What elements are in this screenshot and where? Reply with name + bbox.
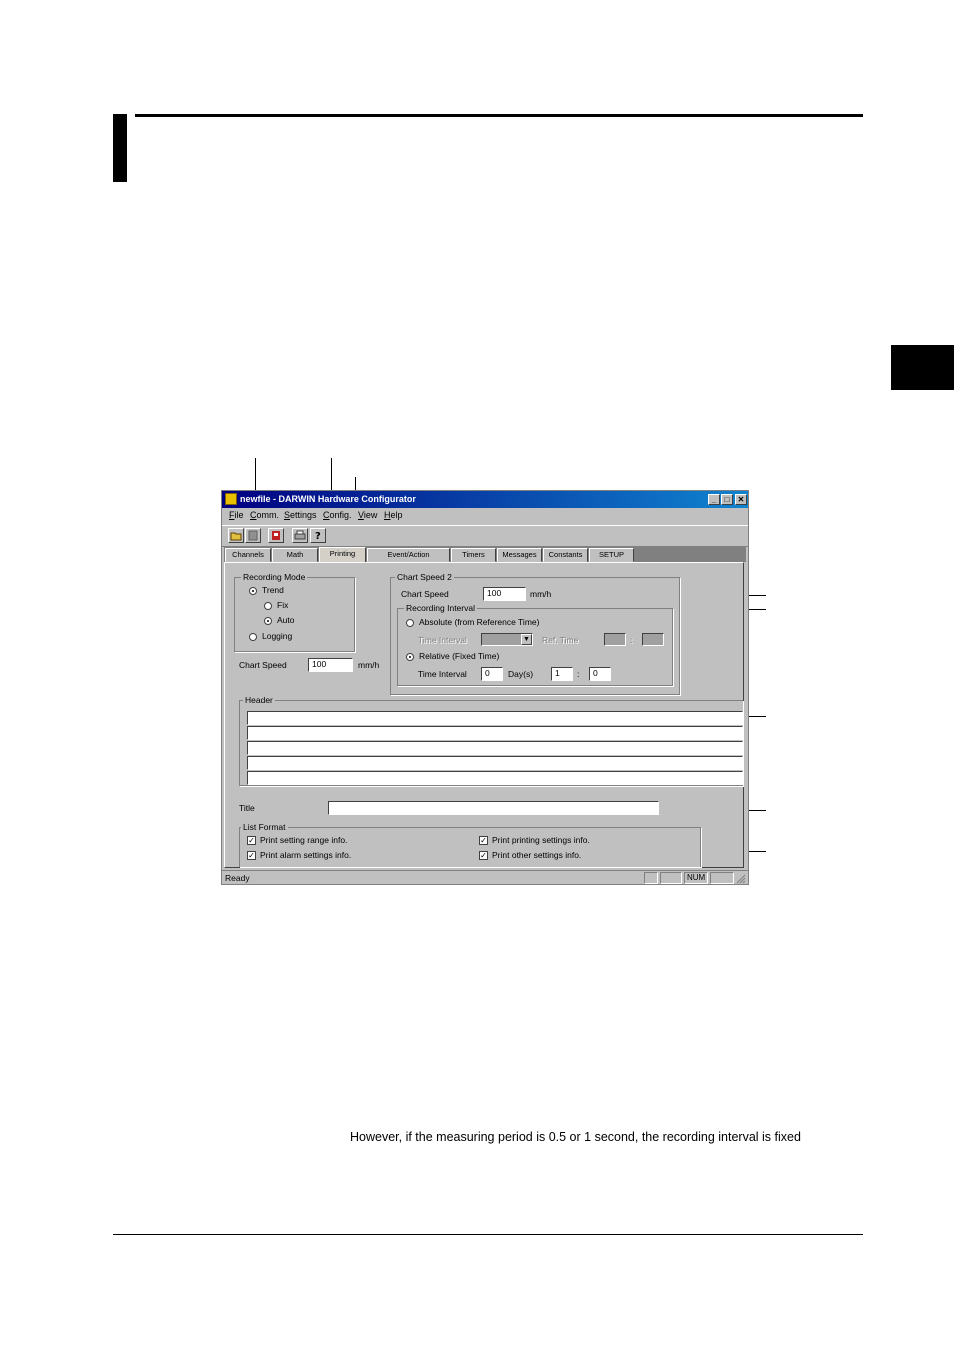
chapter-bar xyxy=(113,114,127,182)
menu-view[interactable]: View xyxy=(358,510,377,520)
recording-interval-label: Recording Interval xyxy=(404,603,477,613)
status-pane-4 xyxy=(710,872,734,884)
menu-file[interactable]: File xyxy=(229,510,244,520)
ref-time-minute-input[interactable] xyxy=(642,633,664,646)
chart-speed-2-label: Chart Speed 2 xyxy=(395,572,454,582)
status-text: Ready xyxy=(225,873,250,883)
list-format-group xyxy=(239,827,701,867)
relative-radio[interactable] xyxy=(406,653,414,661)
title-label: Title xyxy=(239,803,255,813)
ref-time-colon: : xyxy=(630,635,633,645)
fix-radio[interactable] xyxy=(264,602,272,610)
title-input[interactable] xyxy=(328,801,659,815)
chapter-index-tab xyxy=(891,345,954,390)
tab-event-action[interactable]: Event/Action xyxy=(367,548,450,562)
print-icon[interactable] xyxy=(292,528,308,543)
status-pane-2 xyxy=(660,872,682,884)
body-note: However, if the measuring period is 0.5 … xyxy=(350,1130,801,1144)
fix-label: Fix xyxy=(277,600,289,610)
ref-time-hour-input[interactable] xyxy=(604,633,626,646)
menu-settings[interactable]: Settings xyxy=(284,510,317,520)
header-line-5[interactable] xyxy=(247,771,743,785)
app-icon xyxy=(225,493,237,505)
logging-radio[interactable] xyxy=(249,633,257,641)
header-line-1[interactable] xyxy=(247,711,743,725)
tab-constants[interactable]: Constants xyxy=(543,548,588,562)
title-bar[interactable]: newfile - DARWIN Hardware Configurator _… xyxy=(222,491,748,508)
absolute-label: Absolute (from Reference Time) xyxy=(419,617,540,627)
header-line-3[interactable] xyxy=(247,741,743,755)
header-line-4[interactable] xyxy=(247,756,743,770)
print-setting-range-label: Print setting range info. xyxy=(260,835,348,845)
abs-time-interval-label: Time Interval xyxy=(418,635,467,645)
save-icon[interactable] xyxy=(245,528,261,543)
resize-grip-icon[interactable] xyxy=(736,874,746,884)
logging-label: Logging xyxy=(262,631,293,641)
time-colon: : xyxy=(577,669,580,679)
chart-speed-input[interactable]: 100 xyxy=(308,658,353,672)
app-window: newfile - DARWIN Hardware Configurator _… xyxy=(221,490,749,885)
menu-bar: File Comm. Settings Config. View Help xyxy=(222,508,748,523)
tab-timers[interactable]: Timers xyxy=(451,548,496,562)
printing-panel: Recording Mode Trend Fix Auto Logging Ch… xyxy=(224,562,744,868)
print-printing-settings-checkbox[interactable]: ✓ xyxy=(479,836,488,845)
print-other-settings-checkbox[interactable]: ✓ xyxy=(479,851,488,860)
header-label: Header xyxy=(243,695,275,705)
print-other-settings-label: Print other settings info. xyxy=(492,850,582,860)
footer-rule xyxy=(113,1234,863,1235)
tab-channels[interactable]: Channels xyxy=(225,548,271,562)
hours-input[interactable]: 1 xyxy=(551,667,573,681)
minutes-input[interactable]: 0 xyxy=(589,667,611,681)
status-pane-1 xyxy=(644,872,658,884)
print-alarm-settings-label: Print alarm settings info. xyxy=(260,850,352,860)
chart-speed-2-speed-label: Chart Speed xyxy=(401,589,449,599)
relative-label: Relative (Fixed Time) xyxy=(419,651,500,661)
print-setting-range-checkbox[interactable]: ✓ xyxy=(247,836,256,845)
auto-radio[interactable] xyxy=(264,617,272,625)
print-printing-settings-label: Print printing settings info. xyxy=(492,835,590,845)
toolbar: ? xyxy=(222,525,748,547)
chevron-down-icon[interactable]: ▼ xyxy=(521,634,532,645)
auto-label: Auto xyxy=(277,615,295,625)
svg-text:?: ? xyxy=(315,531,321,542)
menu-config[interactable]: Config. xyxy=(323,510,352,520)
print-alarm-settings-checkbox[interactable]: ✓ xyxy=(247,851,256,860)
close-button[interactable]: ✕ xyxy=(735,494,747,505)
window-title: newfile - DARWIN Hardware Configurator xyxy=(240,494,416,504)
upload-icon[interactable] xyxy=(268,528,284,543)
tab-printing[interactable]: Printing xyxy=(319,547,366,563)
status-num: NUM xyxy=(684,872,708,884)
days-label: Day(s) xyxy=(508,669,534,679)
header-rule xyxy=(135,114,863,117)
trend-radio[interactable] xyxy=(249,587,257,595)
header-line-2[interactable] xyxy=(247,726,743,740)
chart-speed-unit: mm/h xyxy=(358,660,380,670)
recording-mode-label: Recording Mode xyxy=(241,572,308,582)
help-icon[interactable]: ? xyxy=(310,528,326,543)
tab-setup[interactable]: SETUP xyxy=(589,548,634,562)
chart-speed-2-input[interactable]: 100 xyxy=(483,587,526,601)
menu-help[interactable]: Help xyxy=(384,510,403,520)
status-bar: Ready NUM xyxy=(222,870,748,885)
maximize-button[interactable]: □ xyxy=(721,494,733,505)
trend-label: Trend xyxy=(262,585,284,595)
menu-comm[interactable]: Comm. xyxy=(250,510,279,520)
open-icon[interactable] xyxy=(228,528,244,543)
days-input[interactable]: 0 xyxy=(481,667,503,681)
chart-speed-label: Chart Speed xyxy=(239,660,287,670)
tab-math[interactable]: Math xyxy=(272,548,318,562)
list-format-label: List Format xyxy=(241,822,288,832)
rel-time-interval-label: Time Interval xyxy=(418,669,467,679)
chart-speed-2-unit: mm/h xyxy=(530,589,552,599)
absolute-radio[interactable] xyxy=(406,619,414,627)
minimize-button[interactable]: _ xyxy=(708,494,720,505)
tab-messages[interactable]: Messages xyxy=(497,548,542,562)
tab-strip: Channels Math Printing Event/Action Time… xyxy=(224,547,746,563)
ref-time-label: Ref. Time xyxy=(542,635,579,645)
